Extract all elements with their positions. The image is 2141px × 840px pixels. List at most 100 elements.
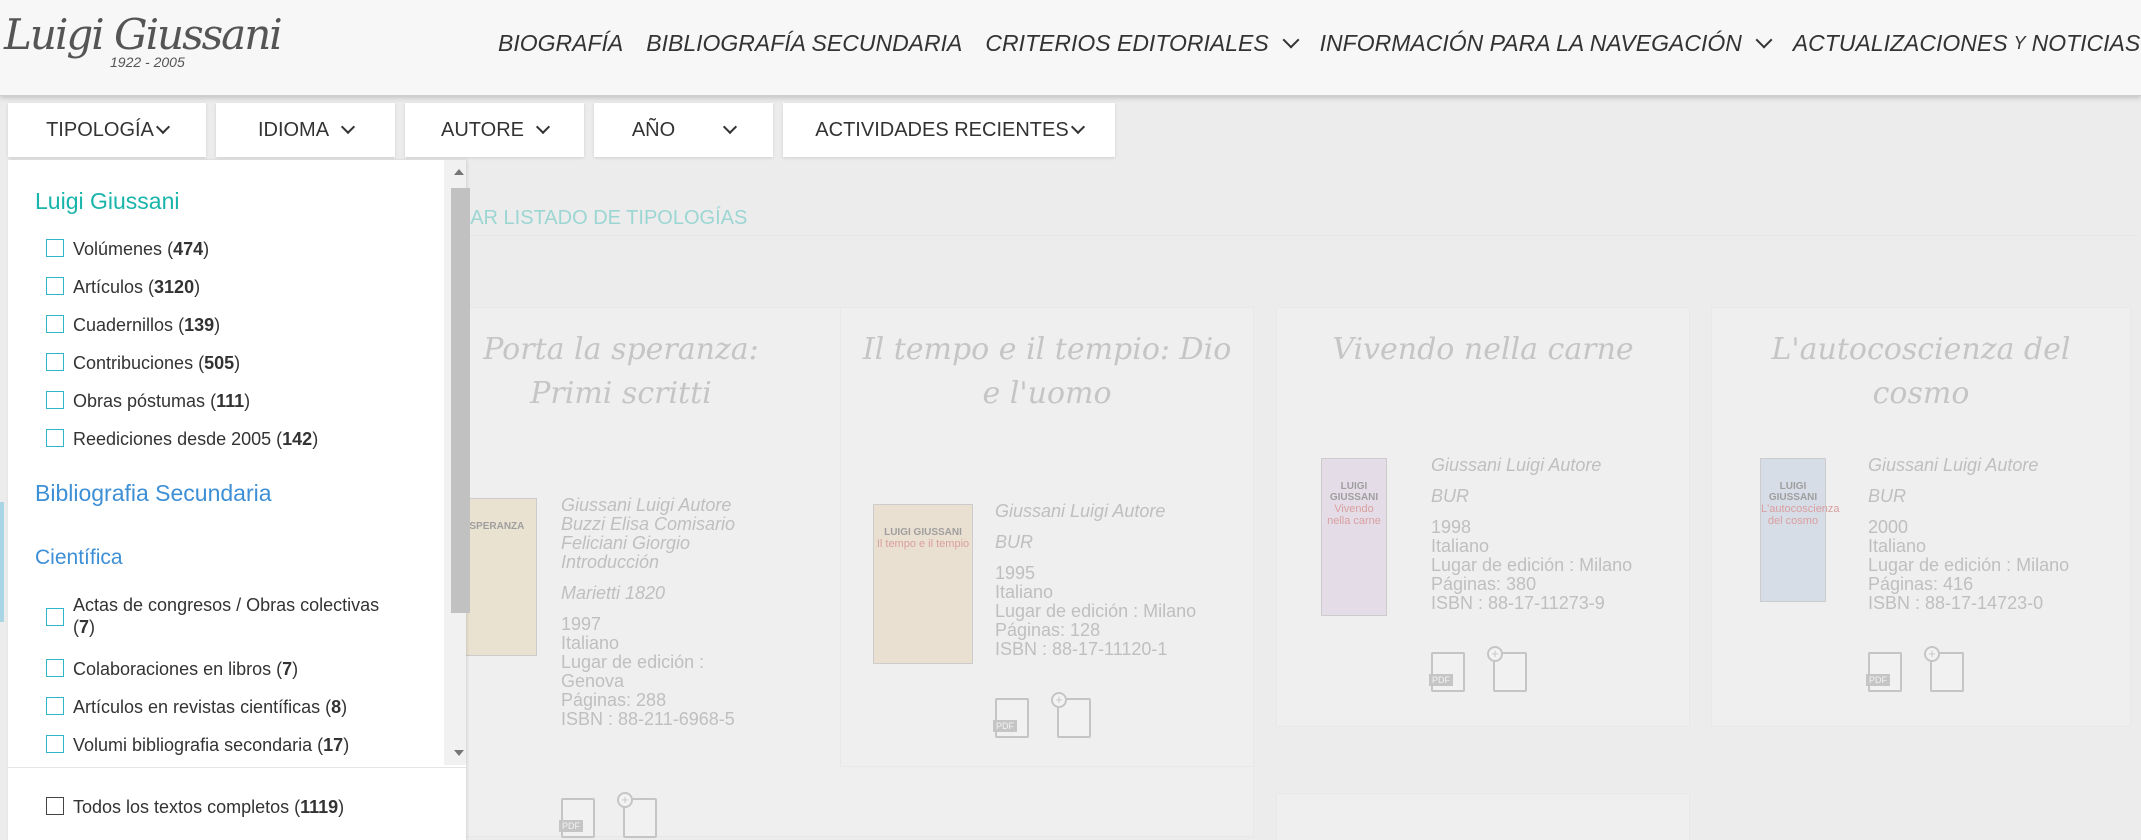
meta-line: Giussani Luigi Autore	[1868, 455, 2039, 475]
filter-bar: TIPOLOGÍA IDIOMA AUTORE AÑO ACTIVIDADES …	[8, 103, 1115, 157]
filter-autore[interactable]: AUTORE	[405, 103, 584, 157]
checkbox[interactable]	[46, 277, 64, 295]
checkbox[interactable]	[46, 239, 64, 257]
book-title[interactable]: Il tempo e il tempio: Dio e l'uomo	[841, 328, 1253, 416]
pdf-label: PDF	[1429, 674, 1453, 686]
checkbox[interactable]	[46, 607, 64, 626]
meta-line: Buzzi Elisa Comisario	[561, 514, 736, 534]
cover-text: LUIGI GIUSSANI	[1768, 481, 1818, 503]
meta-line: ISBN : 88-17-14723-0	[1868, 593, 2044, 613]
checkbox-obras-postumas[interactable]: Obras póstumas (111)	[46, 390, 250, 412]
checkbox-actas-congresos[interactable]: Actas de congresos / Obras colectivas (7…	[46, 594, 406, 638]
section-title-bibliografia-secundaria[interactable]: Bibliografia Secundaria	[35, 480, 272, 507]
option-label: Artículos en revistas científicas (8)	[73, 697, 348, 717]
pdf-icon[interactable]: PDF	[1429, 652, 1465, 692]
book-card[interactable]: L'autocoscienza del cosmo LUIGI GIUSSANI…	[1711, 307, 2131, 727]
book-card[interactable]: Vivendo nella carne LUIGI GIUSSANI Viven…	[1276, 307, 1690, 727]
checkbox[interactable]	[46, 659, 64, 677]
checkbox-articulos[interactable]: Artículos (3120)	[46, 276, 200, 298]
checkbox-volumenes[interactable]: Volúmenes (474)	[46, 238, 209, 260]
divider	[8, 767, 466, 768]
nav-biografia[interactable]: BIOGRAFÍA	[498, 30, 623, 57]
scroll-up-arrow-icon[interactable]	[454, 169, 464, 175]
meta-line: Lugar de edición :	[561, 652, 705, 672]
meta-line: Páginas: 380	[1431, 574, 1537, 594]
meta-line: Giussani Luigi Autore	[1431, 455, 1602, 475]
checkbox-colaboraciones-libros[interactable]: Colaboraciones en libros (7)	[46, 658, 298, 680]
meta-line: Giussani Luigi Autore	[995, 501, 1166, 521]
section-title-cientifica[interactable]: Científica	[35, 546, 123, 570]
dropdown-scroll-area[interactable]: Luigi Giussani Volúmenes (474) Artículos…	[8, 160, 444, 760]
scrollbar-thumb[interactable]	[451, 188, 470, 613]
cover-subtitle: Vivendo nella carne	[1327, 503, 1381, 527]
meta-line: 1998	[1431, 517, 1472, 537]
pdf-icon[interactable]: PDF	[1866, 652, 1902, 692]
checkbox-reediciones[interactable]: Reediciones desde 2005 (142)	[46, 428, 318, 450]
filter-tipologia[interactable]: TIPOLOGÍA	[8, 103, 206, 157]
checkbox[interactable]	[46, 391, 64, 409]
checkbox[interactable]	[46, 735, 64, 753]
book-cover[interactable]: LUIGI GIUSSANI L'autocoscienza del cosmo	[1760, 458, 1840, 602]
nav-label: CRITERIOS EDITORIALES	[985, 30, 1269, 56]
book-title[interactable]: Porta la speranza: Primi scritti	[441, 328, 781, 416]
meta-line: BUR	[995, 532, 1034, 552]
nav-label: INFORMACIÓN PARA LA NAVEGACIÓN	[1319, 30, 1742, 56]
book-title[interactable]: Vivendo nella carne	[1277, 328, 1689, 372]
site-logo[interactable]: Luigi Giussani 1922 - 2005	[4, 10, 283, 74]
chevron-down-icon	[340, 119, 356, 135]
book-meta: Giussani Luigi Autore BUR 2000 Italiano …	[1868, 456, 2118, 613]
filter-label: IDIOMA	[257, 118, 330, 141]
nav-label-connector: Y	[2013, 33, 2026, 53]
filter-idioma[interactable]: IDIOMA	[216, 103, 395, 157]
reset-typology-link[interactable]: ZAR LISTADO DE TIPOLOGÍAS	[458, 207, 747, 230]
checkbox-contribuciones[interactable]: Contribuciones (505)	[46, 352, 240, 374]
filter-label: ACTIVIDADES RECIENTES	[815, 118, 1069, 141]
book-cover[interactable]: LUIGI GIUSSANI Il tempo e il tempio	[873, 504, 973, 664]
logo-years: 1922 - 2005	[110, 54, 185, 70]
meta-line: Lugar de edición : Milano	[995, 601, 1197, 621]
meta-line: Marietti 1820	[561, 583, 666, 603]
scroll-down-arrow-icon[interactable]	[454, 750, 464, 756]
meta-line: Feliciani Giorgio	[561, 533, 691, 553]
book-card[interactable]	[1276, 793, 1690, 840]
nav-informacion-navegacion[interactable]: INFORMACIÓN PARA LA NAVEGACIÓN	[1319, 30, 1773, 57]
checkbox-todos-textos-completos[interactable]: Todos los textos completos (1119)	[46, 796, 344, 818]
meta-line: BUR	[1431, 486, 1470, 506]
checkbox-cuadernillos[interactable]: Cuadernillos (139)	[46, 314, 220, 336]
checkbox[interactable]	[46, 797, 64, 815]
book-card[interactable]: Il tempo e il tempio: Dio e l'uomo LUIGI…	[840, 307, 1254, 767]
checkbox[interactable]	[46, 697, 64, 715]
checkbox[interactable]	[46, 353, 64, 371]
nav-bibliografia-secundaria[interactable]: BIBLIOGRAFÍA SECUNDARIA	[646, 30, 962, 57]
section-title-luigi-giussani[interactable]: Luigi Giussani	[35, 188, 179, 215]
meta-line: Introducción	[561, 552, 660, 572]
book-title[interactable]: L'autocoscienza del cosmo	[1712, 328, 2130, 416]
nav-label: BIOGRAFÍA	[498, 30, 624, 56]
option-label: Reediciones desde 2005 (142)	[73, 429, 319, 449]
checkbox-volumi-bibliografia[interactable]: Volumi bibliografia secondaria (17)	[46, 734, 349, 756]
book-cover[interactable]: LUIGI GIUSSANI Vivendo nella carne	[1321, 458, 1387, 616]
book-meta: Giussani Luigi Autore BUR 1995 Italiano …	[995, 502, 1245, 659]
checkbox-articulos-revistas[interactable]: Artículos en revistas científicas (8)	[46, 696, 347, 718]
checkbox[interactable]	[46, 429, 64, 447]
meta-line: Genova	[561, 671, 625, 691]
add-document-icon[interactable]: +	[617, 792, 657, 838]
nav-actualizaciones-noticias[interactable]: ACTUALIZACIONES Y NOTICIAS	[1793, 30, 2140, 57]
pdf-label: PDF	[993, 720, 1017, 732]
nav-criterios-editoriales[interactable]: CRITERIOS EDITORIALES	[985, 30, 1300, 57]
add-document-icon[interactable]: +	[1051, 692, 1091, 738]
chevron-down-icon	[723, 119, 738, 135]
option-label: Volúmenes (474)	[73, 239, 210, 259]
filter-ano[interactable]: AÑO	[594, 103, 773, 157]
add-document-icon[interactable]: +	[1924, 646, 1964, 692]
meta-line: ISBN : 88-17-11273-9	[1431, 593, 1605, 613]
checkbox[interactable]	[46, 315, 64, 333]
add-document-icon[interactable]: +	[1487, 646, 1527, 692]
pdf-icon[interactable]: PDF	[993, 698, 1029, 738]
meta-line: Giussani Luigi Autore	[561, 495, 732, 515]
nav-label: BIBLIOGRAFÍA SECUNDARIA	[646, 30, 963, 56]
filter-label: AÑO	[631, 118, 676, 141]
pdf-icon[interactable]: PDF	[559, 798, 595, 838]
cover-subtitle: L'autocoscienza del cosmo	[1761, 503, 1840, 527]
filter-actividades-recientes[interactable]: ACTIVIDADES RECIENTES	[783, 103, 1115, 157]
